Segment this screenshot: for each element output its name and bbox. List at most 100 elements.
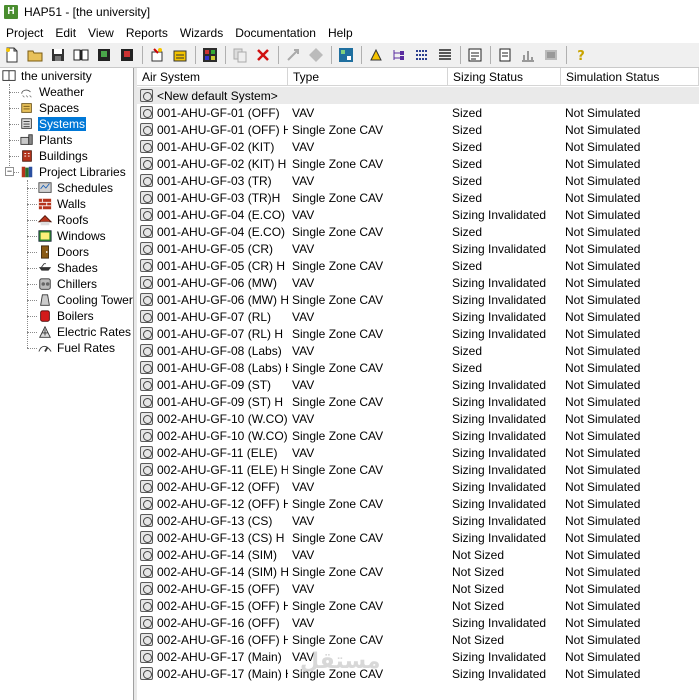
menu-documentation[interactable]: Documentation	[229, 24, 322, 43]
tree-item-cooling-towers[interactable]: Cooling Towers	[37, 292, 133, 308]
table-row[interactable]: 002-AHU-GF-17 (Main) VAV Sizing Invalidate…	[137, 648, 699, 665]
archive-button[interactable]	[94, 45, 114, 65]
table-row[interactable]: 002-AHU-GF-12 (OFF) H Single Zone CAV Sizi…	[137, 495, 699, 512]
tree-item-walls[interactable]: Walls	[37, 196, 87, 212]
tree-item-boilers[interactable]: Boilers	[37, 308, 95, 324]
type-cell: Single Zone CAV	[292, 224, 384, 239]
open-book-button[interactable]	[71, 45, 91, 65]
tree-item-shades[interactable]: Shades	[37, 260, 99, 276]
properties-button[interactable]	[170, 45, 190, 65]
table-row[interactable]: 001-AHU-GF-02 (KIT) H Single Zone CAV Size…	[137, 155, 699, 172]
tree-item-systems[interactable]: Systems	[19, 116, 87, 132]
tree-item-spaces[interactable]: Spaces	[19, 100, 80, 116]
tree-item-weather[interactable]: Weather	[19, 84, 85, 100]
new-system-row[interactable]: <New default System>	[137, 87, 699, 104]
table-row[interactable]: 001-AHU-GF-03 (TR)H Single Zone CAV Sized N…	[137, 189, 699, 206]
tree-button[interactable]	[389, 45, 409, 65]
calculator-button[interactable]	[336, 45, 356, 65]
table-row[interactable]: 002-AHU-GF-15 (OFF) H Single Zone CAV Not …	[137, 597, 699, 614]
color-swatch-button[interactable]	[200, 45, 220, 65]
table-row[interactable]: 001-AHU-GF-07 (RL) H Single Zone CAV Sizin…	[137, 325, 699, 342]
tree-item-doors[interactable]: Doors	[37, 244, 90, 260]
tree-item-roofs[interactable]: Roofs	[37, 212, 89, 228]
system-icon	[140, 89, 153, 102]
new-item-button[interactable]	[147, 45, 167, 65]
table-row[interactable]: 002-AHU-GF-17 (Main) H Single Zone CAV Siz…	[137, 665, 699, 682]
column-header-air-system[interactable]: Air System	[137, 68, 288, 86]
tree-item-project-libraries[interactable]: Project Libraries	[19, 164, 127, 180]
column-header-sizing-status[interactable]: Sizing Status	[448, 68, 561, 86]
tree-item-electric-rates[interactable]: Electric Rates	[37, 324, 132, 340]
table-row[interactable]: 001-AHU-GF-08 (Labs) H Single Zone CAV Siz…	[137, 359, 699, 376]
menu-view[interactable]: View	[82, 24, 120, 43]
tree-item-fuel-rates[interactable]: Fuel Rates	[37, 340, 116, 356]
menu-project[interactable]: Project	[0, 24, 49, 43]
table-row[interactable]: 001-AHU-GF-01 (OFF) H Single Zone CAV Size…	[137, 121, 699, 138]
table-row[interactable]: 002-AHU-GF-16 (OFF) VAV Sizing Invalidated…	[137, 614, 699, 631]
air-system-name: 001-AHU-GF-04 (E.CO)	[157, 207, 286, 222]
table-row[interactable]: 001-AHU-GF-02 (KIT) VAV Sized Not Simulated	[137, 138, 699, 155]
sizing-status-cell: Sizing Invalidated	[452, 411, 547, 426]
toolbar-separator	[278, 46, 279, 64]
table-row[interactable]: 001-AHU-GF-01 (OFF) VAV Sized Not Simulated	[137, 104, 699, 121]
table-row[interactable]: 002-AHU-GF-10 (W.CO) VAV Sizing Invalidate…	[137, 410, 699, 427]
graph-button[interactable]	[541, 45, 561, 65]
table-row[interactable]: 002-AHU-GF-11 (ELE) H Single Zone CAV Sizi…	[137, 461, 699, 478]
tree-item-buildings[interactable]: Buildings	[19, 148, 89, 164]
table-row[interactable]: 002-AHU-GF-15 (OFF) VAV Not Sized Not Simul…	[137, 580, 699, 597]
sizing-status-cell: Sizing Invalidated	[452, 292, 547, 307]
new-file-button[interactable]	[2, 45, 22, 65]
table-row[interactable]: 002-AHU-GF-14 (SIM) H Single Zone CAV Not …	[137, 563, 699, 580]
column-header-simulation-status[interactable]: Simulation Status	[561, 68, 699, 86]
table-row[interactable]: 002-AHU-GF-14 (SIM) VAV Not Sized Not Simul…	[137, 546, 699, 563]
table-row[interactable]: 001-AHU-GF-05 (CR) VAV Sizing Invalidated N…	[137, 240, 699, 257]
type-cell: Single Zone CAV	[292, 428, 384, 443]
table-row[interactable]: 001-AHU-GF-09 (ST) VAV Sizing Invalidated N…	[137, 376, 699, 393]
table-row[interactable]: 001-AHU-GF-08 (Labs) VAV Sized Not Simulate…	[137, 342, 699, 359]
report-button[interactable]	[465, 45, 485, 65]
table-row[interactable]: 002-AHU-GF-10 (W.CO) H Single Zone CAV Siz…	[137, 427, 699, 444]
table-row[interactable]: 001-AHU-GF-03 (TR) VAV Sized Not Simulated	[137, 172, 699, 189]
sizing-status-cell: Sized	[452, 173, 483, 188]
column-header-type[interactable]: Type	[288, 68, 448, 86]
menu-wizards[interactable]: Wizards	[174, 24, 229, 43]
tree-item-schedules[interactable]: Schedules	[37, 180, 114, 196]
table-row[interactable]: 001-AHU-GF-04 (E.CO) VAV Sizing Invalidate…	[137, 206, 699, 223]
table-row[interactable]: 001-AHU-GF-04 (E.CO) H Single Zone CAV Siz…	[137, 223, 699, 240]
open-folder-button[interactable]	[25, 45, 45, 65]
table-row[interactable]: 002-AHU-GF-16 (OFF) H Single Zone CAV Not …	[137, 631, 699, 648]
diamond-button[interactable]	[306, 45, 326, 65]
table-row[interactable]: 001-AHU-GF-09 (ST) H Single Zone CAV Sizin…	[137, 393, 699, 410]
menu-reports[interactable]: Reports	[120, 24, 174, 43]
tree-item-plants[interactable]: Plants	[19, 132, 73, 148]
sizing-status-cell: Sizing Invalidated	[452, 241, 547, 256]
help-button[interactable]: ?	[571, 45, 591, 65]
table-row[interactable]: 001-AHU-GF-07 (RL) VAV Sizing Invalidated N…	[137, 308, 699, 325]
table-row[interactable]: 002-AHU-GF-12 (OFF) VAV Sizing Invalidated…	[137, 478, 699, 495]
arrow-button[interactable]	[366, 45, 386, 65]
system-icon	[140, 446, 153, 459]
link-button[interactable]	[283, 45, 303, 65]
menu-edit[interactable]: Edit	[49, 24, 82, 43]
tree-item-windows[interactable]: Windows	[37, 228, 107, 244]
table-row[interactable]: 001-AHU-GF-06 (MW) H Single Zone CAV Sizin…	[137, 291, 699, 308]
print-button[interactable]	[117, 45, 137, 65]
edit-report-button[interactable]	[495, 45, 515, 65]
delete-button[interactable]	[253, 45, 273, 65]
collapse-icon[interactable]: −	[5, 167, 14, 176]
save-button[interactable]	[48, 45, 68, 65]
menu-help[interactable]: Help	[322, 24, 359, 43]
table-row[interactable]: 001-AHU-GF-05 (CR) H Single Zone CAV Sized…	[137, 257, 699, 274]
list-button[interactable]	[412, 45, 432, 65]
table-row[interactable]: 002-AHU-GF-13 (CS) H Single Zone CAV Sizin…	[137, 529, 699, 546]
table-row[interactable]: 001-AHU-GF-06 (MW) VAV Sizing Invalidated N…	[137, 274, 699, 291]
tree-root[interactable]: the university	[1, 68, 93, 84]
details-button[interactable]	[435, 45, 455, 65]
simulation-status-cell: Not Simulated	[565, 190, 641, 205]
table-row[interactable]: 002-AHU-GF-13 (CS) VAV Sizing Invalidated N…	[137, 512, 699, 529]
tree-item-chillers[interactable]: Chillers	[37, 276, 98, 292]
chart-button[interactable]	[518, 45, 538, 65]
air-system-name: 002-AHU-GF-16 (OFF) H	[157, 632, 288, 647]
copy-button[interactable]	[230, 45, 250, 65]
table-row[interactable]: 002-AHU-GF-11 (ELE) VAV Sizing Invalidated…	[137, 444, 699, 461]
